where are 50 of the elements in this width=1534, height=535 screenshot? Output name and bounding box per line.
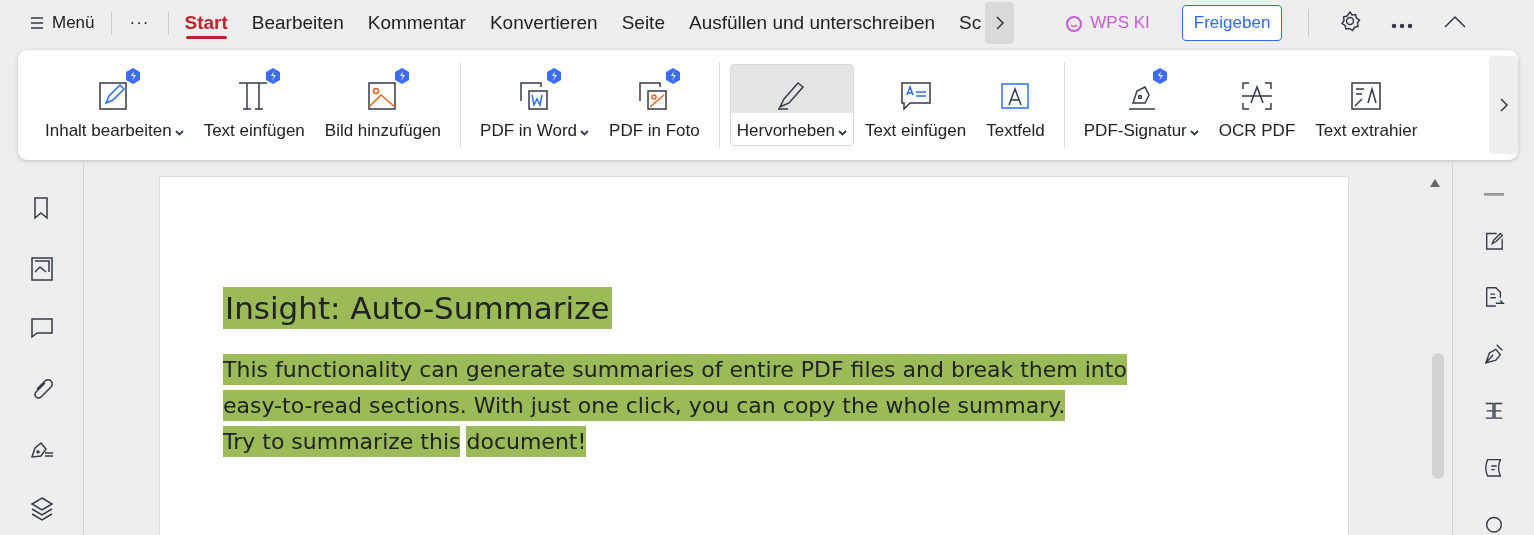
lightning-badge-icon	[664, 67, 683, 85]
ribbon-tool-button[interactable]: Text einfügen	[856, 64, 976, 146]
scroll-up-icon	[1430, 179, 1440, 187]
caret-icon	[1189, 130, 1199, 136]
scrollbar-thumb[interactable]	[1432, 353, 1444, 479]
highlighted-text: easy-to-read sections. With just one click, you can copy the whole summary.	[223, 389, 1066, 421]
highlighted-text: This functionality can generate summaries of entire PDF files and break them into	[223, 353, 1127, 385]
document-heading: Insight: Auto-Summarize	[223, 287, 612, 329]
ribbon-tool-button[interactable]: Hervorheben	[729, 64, 855, 146]
smile-icon	[1064, 13, 1085, 33]
image-icon	[28, 255, 55, 281]
lightning-badge-icon	[1151, 67, 1170, 85]
collapse-icon	[1443, 15, 1468, 29]
minus-icon	[1482, 193, 1505, 196]
lightning-badge-icon	[392, 67, 411, 85]
highlighted-text: document!	[466, 425, 587, 457]
caret-icon	[174, 130, 184, 136]
ribbon-tool-button[interactable]: Text extrahier	[1306, 64, 1427, 146]
tab[interactable]: Sc	[947, 3, 994, 43]
layers-icon	[28, 495, 55, 521]
menu-label[interactable]: Menü	[52, 13, 95, 33]
highlighted-text: Try to summarize this	[223, 425, 461, 457]
ribbon-tool-button[interactable]: Textfeld	[977, 64, 1054, 146]
lightning-badge-icon	[544, 67, 563, 85]
caret-icon	[838, 130, 848, 136]
tab[interactable]: Seite	[609, 3, 677, 43]
scroll-tabs-button[interactable]	[985, 2, 1015, 44]
menu-icon	[30, 16, 44, 30]
more-icon	[1391, 23, 1414, 29]
ribbon-tool-button[interactable]: OCR PDF	[1209, 64, 1305, 146]
caret-icon	[580, 130, 590, 136]
ribbon-tool-button[interactable]: PDF in Foto	[600, 64, 709, 146]
lightning-badge-icon	[124, 67, 143, 85]
settings-icon	[1339, 9, 1362, 32]
ribbon-tool-button[interactable]: PDF in Word	[471, 64, 599, 146]
ribbon-tool-button[interactable]: PDF-Signatur	[1074, 64, 1208, 146]
share-button[interactable]: Freigeben	[1181, 5, 1283, 41]
more-button[interactable]: ···	[111, 11, 169, 35]
tab[interactable]: Bearbeiten	[239, 3, 356, 43]
ribbon-tool-button[interactable]: Text einfügen	[194, 64, 314, 146]
tab[interactable]: Konvertieren	[477, 3, 610, 43]
tab[interactable]: Ausfüllen und unterschreiben	[676, 3, 948, 43]
lightning-badge-icon	[264, 67, 283, 85]
menu-button[interactable]: Menü	[18, 11, 112, 35]
comment-icon	[28, 315, 55, 341]
tab[interactable]: Kommentar	[355, 3, 478, 43]
tab[interactable]: Start	[172, 3, 240, 43]
ribbon-tool-button[interactable]: Inhalt bearbeiten	[36, 64, 193, 146]
ribbon-tool-button[interactable]: Bild hinzufügen	[315, 64, 451, 146]
scroll-ribbon-button[interactable]	[1489, 56, 1518, 154]
